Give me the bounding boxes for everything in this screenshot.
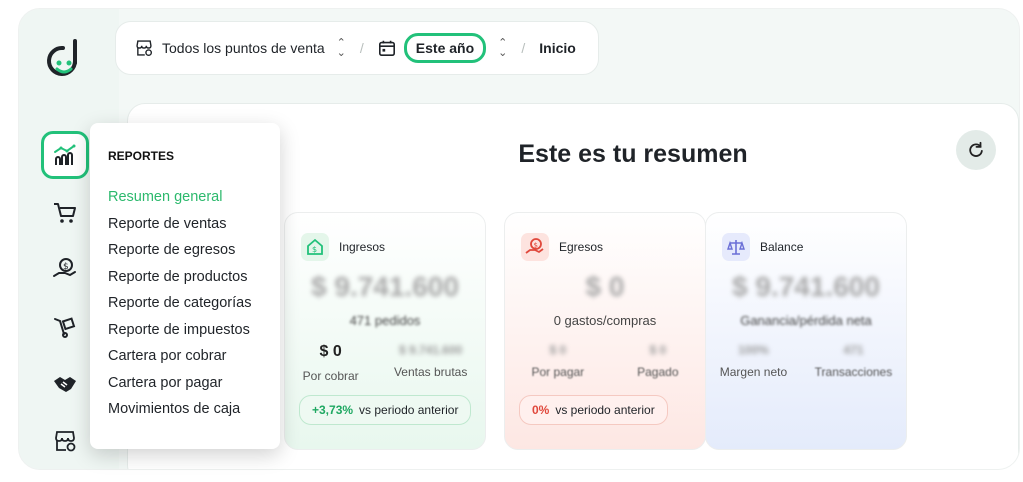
nav-sales[interactable] — [41, 189, 89, 237]
card-subtitle: Ganancia/pérdida neta — [740, 313, 872, 328]
svg-text:$: $ — [312, 245, 317, 254]
card-stats: 100% Margen neto 471 Transacciones — [706, 343, 906, 379]
card-amount: $ 9.741.600 — [732, 271, 880, 302]
nav-reports[interactable] — [41, 131, 89, 179]
change-percent: +3,73% — [312, 403, 354, 417]
svg-text:$: $ — [534, 242, 538, 250]
menu-item-cartera-cobrar[interactable]: Cartera por cobrar — [108, 348, 251, 375]
chevron-updown-icon[interactable]: ⌃ ⌄ — [337, 38, 346, 59]
nav-stores[interactable] — [41, 417, 89, 465]
breadcrumb-home[interactable]: Inicio — [539, 40, 576, 56]
card-title: Ingresos — [339, 240, 386, 254]
card-title: Egresos — [559, 240, 604, 254]
card-header: $ Egresos — [521, 233, 603, 261]
home-money-icon: $ — [301, 233, 329, 261]
stat-value: $ 0 — [319, 343, 342, 360]
reports-chart-icon — [54, 144, 76, 165]
change-text: vs periodo anterior — [555, 403, 655, 417]
change-badge: +3,73% vs periodo anterior — [299, 395, 472, 425]
stat-value: 471 — [843, 343, 864, 357]
nav-expenses[interactable]: $ — [41, 245, 89, 293]
stat-label: Por cobrar — [302, 369, 359, 383]
card-header: $ Ingresos — [301, 233, 385, 261]
expenses-card[interactable]: $ Egresos $ 0 0 gastos/compras $ 0 Por p… — [504, 212, 706, 450]
logo-icon[interactable] — [45, 37, 89, 81]
stat-label: Transacciones — [814, 365, 893, 379]
card-stats: $ 0 Por pagar $ 0 Pagado — [505, 343, 705, 379]
stat-label: Pagado — [637, 365, 679, 379]
stat-label: Margen neto — [719, 365, 788, 379]
money-hand-icon: $ — [521, 233, 549, 261]
refresh-button[interactable] — [956, 130, 996, 170]
handshake-icon — [54, 377, 76, 392]
income-card[interactable]: $ Ingresos $ 9.741.600 471 pedidos $ 0 P… — [284, 212, 486, 450]
stat-value: $ 9.741.600 — [398, 343, 463, 357]
filter-bar: Todos los puntos de venta ⌃ ⌄ / Este año … — [115, 21, 599, 75]
calendar-icon — [378, 40, 395, 57]
card-title: Balance — [760, 240, 804, 254]
stat-value: $ 0 — [549, 343, 567, 357]
store-location-icon — [55, 431, 76, 452]
stat-value: 100% — [738, 343, 769, 357]
balance-card[interactable]: Balance $ 9.741.600 Ganancia/pérdida net… — [705, 212, 907, 450]
card-amount: $ 0 — [585, 271, 625, 302]
nav-clients[interactable] — [41, 361, 89, 409]
stat-label: Por pagar — [531, 365, 585, 379]
card-subtitle: 471 pedidos — [349, 313, 421, 328]
change-badge: 0% vs periodo anterior — [519, 395, 668, 425]
card-subtitle: 0 gastos/compras — [553, 313, 657, 328]
menu-item-resumen-general[interactable]: Resumen general — [108, 189, 251, 216]
menu-item-cartera-pagar[interactable]: Cartera por pagar — [108, 375, 251, 402]
menu-item-reporte-impuestos[interactable]: Reporte de impuestos — [108, 322, 251, 349]
menu-item-reporte-categorias[interactable]: Reporte de categorías — [108, 295, 251, 322]
svg-text:$: $ — [63, 262, 69, 272]
stat-value: $ 0 — [649, 343, 667, 357]
dropdown-title: REPORTES — [108, 149, 175, 163]
change-percent: 0% — [532, 403, 550, 417]
menu-item-movimientos-caja[interactable]: Movimientos de caja — [108, 401, 251, 428]
chevron-updown-icon[interactable]: ⌃ ⌄ — [498, 38, 507, 59]
money-hand-icon: $ — [53, 258, 76, 277]
scale-icon — [722, 233, 750, 261]
card-amount: $ 9.741.600 — [311, 271, 459, 302]
stat-label: Ventas brutas — [393, 365, 468, 379]
menu-item-reporte-egresos[interactable]: Reporte de egresos — [108, 242, 251, 269]
separator: / — [359, 40, 364, 56]
reports-menu: Resumen general Reporte de ventas Report… — [108, 189, 251, 428]
cart-icon — [54, 203, 76, 223]
menu-item-reporte-ventas[interactable]: Reporte de ventas — [108, 216, 251, 243]
separator: / — [521, 40, 526, 56]
refresh-icon — [969, 141, 983, 157]
change-text: vs periodo anterior — [359, 403, 459, 417]
card-stats: $ 0 Por cobrar $ 9.741.600 Ventas brutas — [285, 343, 485, 383]
card-header: Balance — [722, 233, 803, 261]
period-selector[interactable]: Este año — [403, 33, 487, 63]
nav-products[interactable] — [41, 303, 89, 351]
menu-item-reporte-productos[interactable]: Reporte de productos — [108, 269, 251, 296]
store-location-icon — [136, 40, 152, 56]
hand-truck-icon — [54, 317, 76, 338]
location-selector[interactable]: Todos los puntos de venta — [162, 40, 325, 56]
reports-dropdown: REPORTES Resumen general Reporte de vent… — [90, 123, 280, 449]
